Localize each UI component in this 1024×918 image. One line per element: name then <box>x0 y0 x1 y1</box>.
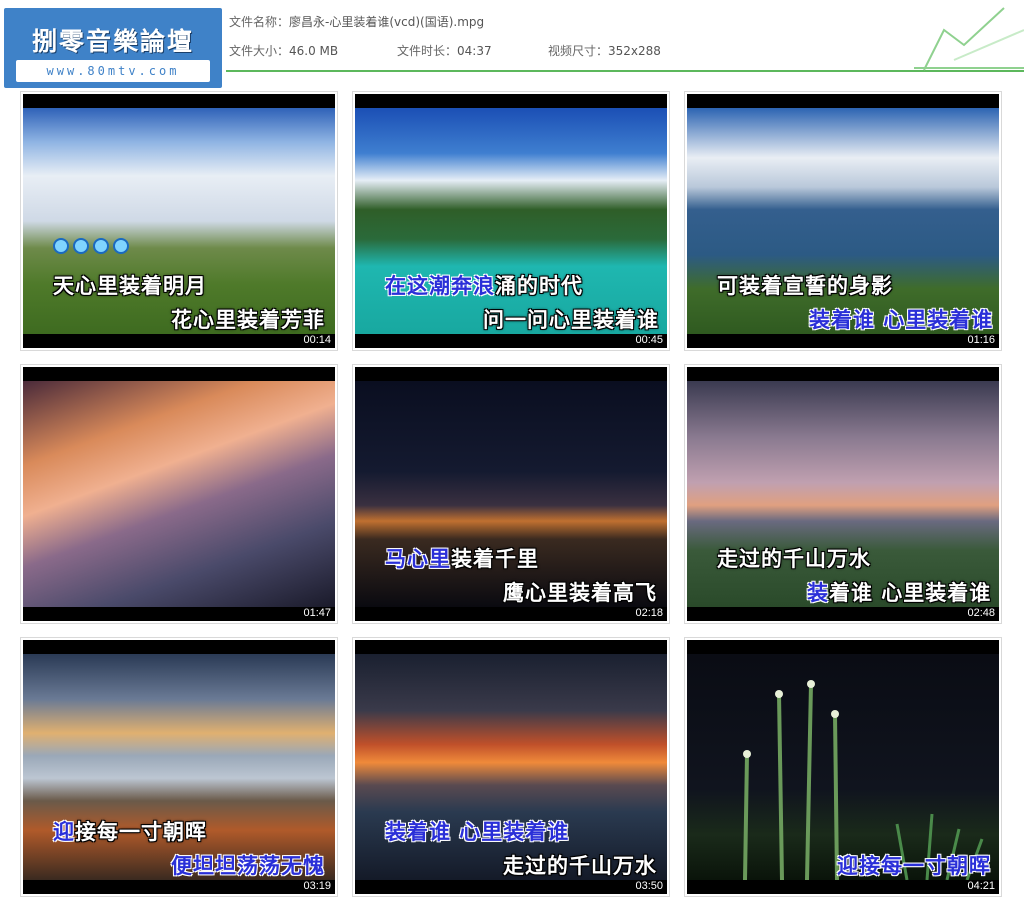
lyric-line-2: 问一问心里装着谁 <box>483 308 659 332</box>
scene-image <box>687 108 999 334</box>
thumbnail-grid: 天心里装着明月 花心里装着芳菲 00:14 在这潮奔浪涌的时代 问一问心里装着谁… <box>20 91 1004 899</box>
video-frame: 装着谁 心里装着谁 走过的千山万水 03:50 <box>355 640 667 894</box>
video-frame: 在这潮奔浪涌的时代 问一问心里装着谁 00:45 <box>355 94 667 348</box>
scene-image <box>687 381 999 607</box>
timestamp: 03:50 <box>635 880 663 892</box>
scene-image <box>355 654 667 880</box>
karaoke-countdown-icon <box>53 238 133 258</box>
lyric-highlight: 装 <box>807 581 829 605</box>
thumbnail-6[interactable]: 走过的千山万水 装着谁 心里装着谁 02:48 <box>684 364 1002 624</box>
timestamp: 02:18 <box>635 607 663 619</box>
header: 捌零音樂論壇 www.80mtv.com 文件名称：廖昌永-心里装着谁(vcd)… <box>0 0 1024 90</box>
lyric-line-1: 可装着宣誓的身影 <box>717 274 893 298</box>
video-frame: 天心里装着明月 花心里装着芳菲 00:14 <box>23 94 335 348</box>
file-duration-row: 文件时长：04:37 <box>397 42 492 59</box>
lyric-line-1: 装着谁 心里装着谁 <box>385 820 570 844</box>
thumbnail-1[interactable]: 天心里装着明月 花心里装着芳菲 00:14 <box>20 91 338 351</box>
scene-image <box>23 108 335 334</box>
lyric-highlight: 迎 <box>53 820 75 844</box>
file-size-row: 文件大小：46.0 MB <box>229 42 338 59</box>
logo-url: www.80mtv.com <box>16 60 210 82</box>
lyric-line-2: 花心里装着芳菲 <box>171 308 325 332</box>
plant-stalks-icon <box>743 680 984 880</box>
timestamp: 03:19 <box>303 880 331 892</box>
timestamp: 00:14 <box>303 334 331 346</box>
thumbnail-3[interactable]: 可装着宣誓的身影 装着谁 心里装着谁 01:16 <box>684 91 1002 351</box>
scene-image <box>355 381 667 607</box>
thumbnail-8[interactable]: 装着谁 心里装着谁 走过的千山万水 03:50 <box>352 637 670 897</box>
timestamp: 01:16 <box>967 334 995 346</box>
file-name-row: 文件名称：廖昌永-心里装着谁(vcd)(国语).mpg <box>229 13 484 30</box>
logo-title: 捌零音樂論壇 <box>31 27 194 56</box>
lyric-line-1: 天心里装着明月 <box>53 274 207 298</box>
video-frame: 走过的千山万水 装着谁 心里装着谁 02:48 <box>687 367 999 621</box>
scene-image <box>687 654 999 880</box>
lyric-rest: 涌的时代 <box>495 274 583 298</box>
video-frame: 01:47 <box>23 367 335 621</box>
video-resolution-value: 352x288 <box>608 44 661 58</box>
file-name-value: 廖昌永-心里装着谁(vcd)(国语).mpg <box>289 15 485 29</box>
thumbnail-5[interactable]: 马心里装着千里 鹰心里装着高飞 02:18 <box>352 364 670 624</box>
timestamp: 04:21 <box>967 880 995 892</box>
lyric-rest: 着谁 心里装着谁 <box>829 581 992 605</box>
timestamp: 02:48 <box>967 607 995 619</box>
lyric-line-2: 装着谁 心里装着谁 <box>807 577 991 607</box>
thumbnail-7[interactable]: 迎接每一寸朝晖 便坦坦荡荡无愧 03:19 <box>20 637 338 897</box>
file-name-label: 文件名称： <box>229 15 290 29</box>
lyric-line-2: 迎接每一寸朝晖 <box>837 854 991 878</box>
lyric-line-2: 鹰心里装着高飞 <box>503 581 657 605</box>
lyric-line-2: 便坦坦荡荡无愧 <box>171 854 325 878</box>
lyric-highlight: 马心里 <box>385 547 451 571</box>
lyric-line-1: 在这潮奔浪涌的时代 <box>385 270 583 300</box>
video-frame: 迎接每一寸朝晖 04:21 <box>687 640 999 894</box>
video-frame: 迎接每一寸朝晖 便坦坦荡荡无愧 03:19 <box>23 640 335 894</box>
scene-image <box>355 108 667 334</box>
lyric-line-1: 走过的千山万水 <box>717 547 871 571</box>
file-size-label: 文件大小： <box>229 44 290 58</box>
thumbnail-4[interactable]: 01:47 <box>20 364 338 624</box>
lyric-highlight: 在这潮奔浪 <box>385 274 495 298</box>
lyric-line-2: 走过的千山万水 <box>503 854 657 878</box>
lyric-line-1: 迎接每一寸朝晖 <box>53 816 207 846</box>
thumbnail-2[interactable]: 在这潮奔浪涌的时代 问一问心里装着谁 00:45 <box>352 91 670 351</box>
lyric-rest: 装着千里 <box>451 547 539 571</box>
forum-logo[interactable]: 捌零音樂論壇 www.80mtv.com <box>4 8 222 88</box>
video-frame: 可装着宣誓的身影 装着谁 心里装着谁 01:16 <box>687 94 999 348</box>
file-size-value: 46.0 MB <box>289 44 339 58</box>
scene-image <box>23 654 335 880</box>
file-duration-label: 文件时长： <box>397 44 458 58</box>
timestamp: 01:47 <box>303 607 331 619</box>
video-resolution-row: 视频尺寸：352x288 <box>548 42 661 59</box>
lyric-line-2: 装着谁 心里装着谁 <box>809 308 994 332</box>
video-frame: 马心里装着千里 鹰心里装着高飞 02:18 <box>355 367 667 621</box>
thumbnail-9[interactable]: 迎接每一寸朝晖 04:21 <box>684 637 1002 897</box>
scene-image <box>23 381 335 607</box>
video-resolution-label: 视频尺寸： <box>548 44 609 58</box>
file-duration-value: 04:37 <box>457 44 492 58</box>
timestamp: 00:45 <box>635 334 663 346</box>
lyric-rest: 接每一寸朝晖 <box>75 820 207 844</box>
lyric-line-1: 马心里装着千里 <box>385 543 539 573</box>
corner-decoration-icon <box>914 7 1024 71</box>
